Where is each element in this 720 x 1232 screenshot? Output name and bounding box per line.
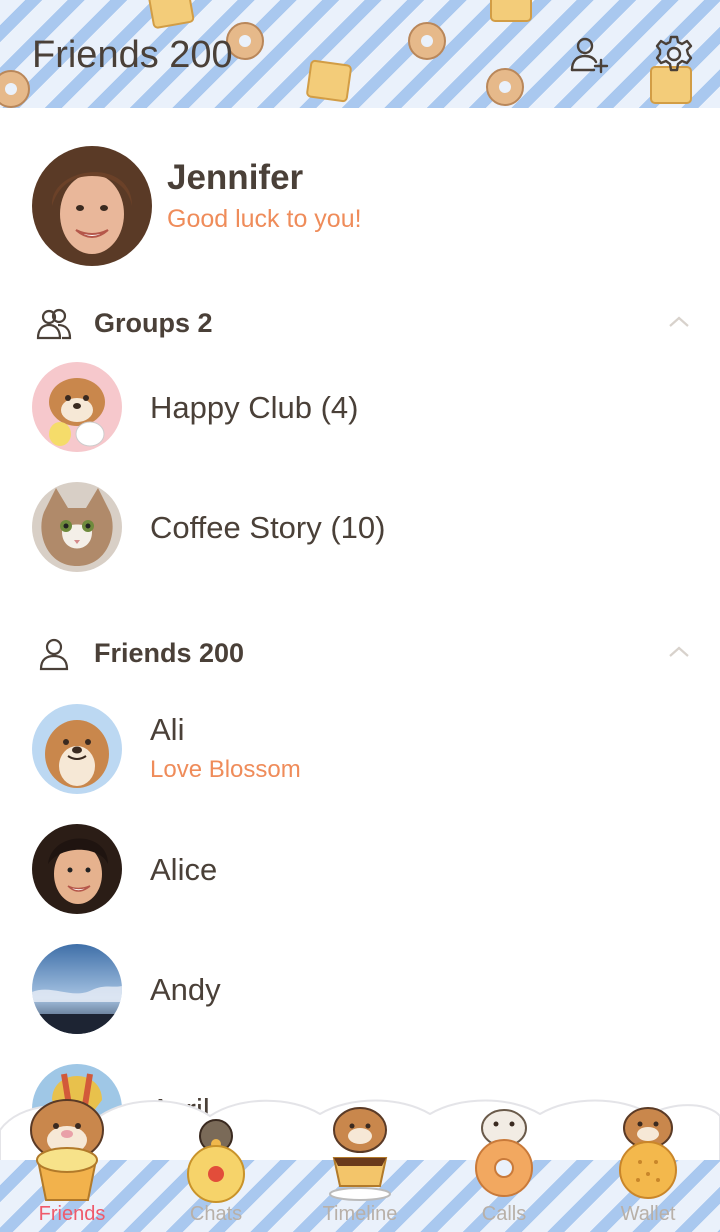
donut-decoration (408, 22, 446, 60)
tab-friends[interactable]: Friends (0, 1099, 144, 1232)
tab-timeline[interactable]: Timeline (288, 1102, 432, 1232)
otter-cookie-icon (619, 1107, 677, 1199)
friend-name: Andy (150, 972, 221, 1007)
group-name: Happy Club (4) (150, 390, 359, 425)
otter-pudding-icon (329, 1107, 391, 1201)
friend-avatar (32, 824, 122, 914)
page-title: Friends 200 (32, 34, 233, 76)
tab-calls[interactable]: Calls (432, 1102, 576, 1232)
mouse-donut-icon (475, 1109, 533, 1197)
friend-row-alice[interactable]: Alice (0, 814, 720, 924)
person-icon (36, 636, 72, 672)
tab-label: Wallet (620, 1203, 676, 1225)
groups-icon (36, 306, 72, 342)
groups-section-label: Groups 2 (94, 308, 213, 338)
tab-label: Timeline (322, 1203, 398, 1225)
tab-label: Friends (38, 1203, 106, 1225)
friend-name: Alice (150, 852, 218, 887)
chevron-up-icon[interactable] (668, 312, 690, 332)
profile-name[interactable]: Jennifer (167, 158, 303, 198)
friend-row-andy[interactable]: Andy (0, 934, 720, 1044)
friends-section-header[interactable]: Friends 200 (0, 628, 720, 678)
tab-label: Chats (189, 1203, 243, 1225)
friend-avatar (32, 704, 122, 794)
gear-icon[interactable] (654, 34, 696, 76)
add-friend-icon[interactable] (568, 34, 610, 76)
group-avatar (32, 482, 122, 572)
profile-avatar[interactable] (32, 146, 152, 266)
friends-section-label: Friends 200 (94, 638, 245, 668)
tab-wallet[interactable]: Wallet (576, 1102, 720, 1232)
donut-decoration (0, 70, 30, 108)
group-row-coffee-story[interactable]: Coffee Story (10) (0, 472, 720, 582)
friend-status-message: Love Blossom (150, 756, 301, 783)
cracker-decoration (305, 59, 353, 103)
friend-row-ali[interactable]: Ali Love Blossom (0, 694, 720, 804)
donut-decoration (486, 68, 524, 106)
friend-name: Ali (150, 712, 185, 747)
tab-label: Calls (481, 1203, 527, 1225)
profile-status-message[interactable]: Good luck to you! (167, 205, 362, 234)
header-bar: Friends 200 (0, 0, 720, 108)
friend-avatar (32, 944, 122, 1034)
chevron-up-icon[interactable] (668, 642, 690, 662)
groups-section-header[interactable]: Groups 2 (0, 298, 720, 348)
cracker-decoration (490, 0, 532, 22)
cracker-decoration (147, 0, 195, 30)
group-name: Coffee Story (10) (150, 510, 386, 545)
tab-chats[interactable]: Chats (144, 1102, 288, 1232)
group-row-happy-club[interactable]: Happy Club (4) (0, 352, 720, 462)
chick-flower-cookie-icon (187, 1119, 245, 1203)
group-avatar (32, 362, 122, 452)
otter-cupcake-icon (30, 1099, 104, 1201)
